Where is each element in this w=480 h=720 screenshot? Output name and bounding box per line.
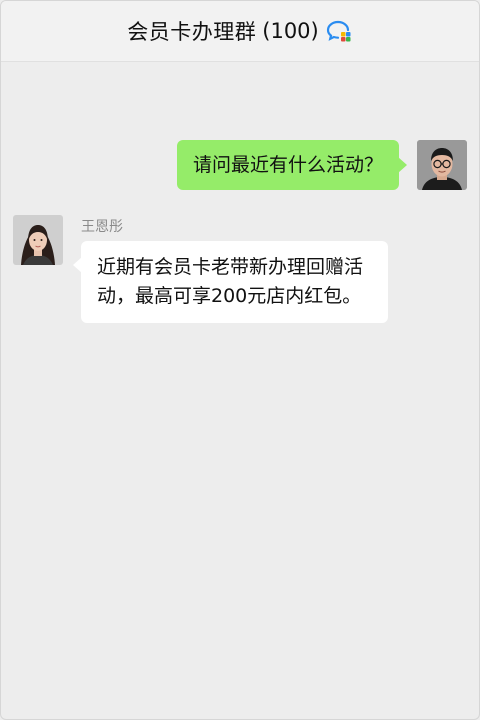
outgoing-message: 请问最近有什么活动？ <box>176 140 467 190</box>
outgoing-bubble[interactable]: 请问最近有什么活动？ <box>176 140 408 190</box>
incoming-bubble[interactable]: 近期有会员卡老带新办理回赠活动，最高可享200元店内红包。 <box>73 241 388 323</box>
man-glasses-avatar[interactable] <box>417 140 467 190</box>
incoming-message: 王恩彤 近期有会员卡老带新办理回赠活动，最高可享200元店内红包。 <box>13 215 388 323</box>
group-title[interactable]: 会员卡办理群 <box>127 16 256 46</box>
incoming-content: 王恩彤 近期有会员卡老带新办理回赠活动，最高可享200元店内红包。 <box>73 215 388 323</box>
chat-header: 会员卡办理群 (100) <box>1 1 479 62</box>
enterprise-chat-icon <box>325 19 353 43</box>
woman-avatar[interactable] <box>13 215 63 265</box>
chat-window: 会员卡办理群 (100) 请问最近有什么活动？ 王恩彤 近期有会员卡老带新办理回… <box>0 0 480 720</box>
member-count[interactable]: (100) <box>262 19 318 43</box>
sender-name: 王恩彤 <box>81 219 123 235</box>
